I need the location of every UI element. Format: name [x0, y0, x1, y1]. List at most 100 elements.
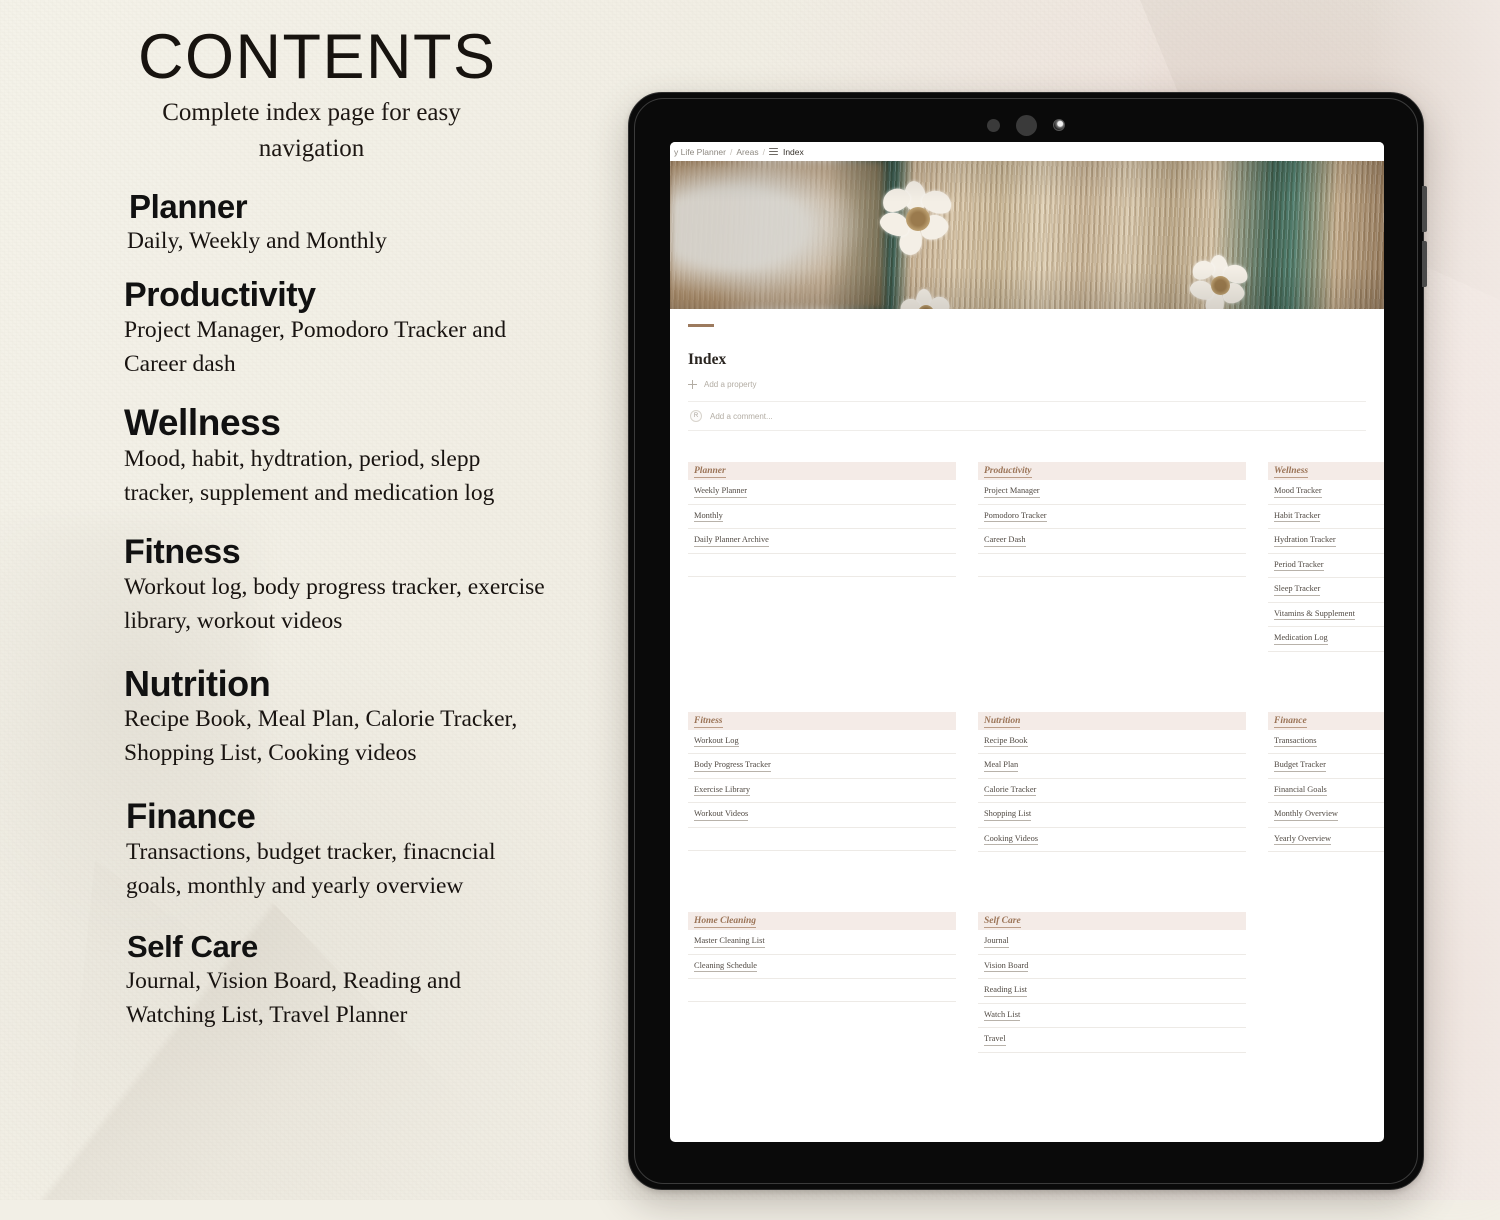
link-monthly: Monthly — [694, 511, 723, 522]
list-item[interactable]: Monthly — [688, 505, 956, 529]
volume-up-button[interactable] — [1422, 186, 1427, 232]
link-mood-tracker: Mood Tracker — [1274, 486, 1322, 498]
grid-gap — [956, 712, 978, 853]
link-meal-plan: Meal Plan — [984, 760, 1019, 772]
section-finance: Finance Transactions, budget tracker, fi… — [126, 798, 554, 904]
link-recipe-book: Recipe Book — [984, 736, 1028, 747]
list-item[interactable]: Recipe Book — [978, 730, 1246, 754]
link-yearly-overview: Yearly Overview — [1274, 834, 1332, 845]
page-subtitle: Complete index page for easy navigation — [162, 99, 461, 163]
list-item[interactable]: Medication Log — [1268, 627, 1384, 652]
list-item[interactable]: Project Manager — [978, 480, 1246, 505]
link-period-tracker: Period Tracker — [1274, 560, 1324, 571]
comment-input-placeholder[interactable]: Add a comment... — [710, 412, 773, 421]
card-header-planner[interactable]: Planner — [688, 462, 956, 480]
breadcrumb: y Life Planner / Areas / Index — [670, 142, 1384, 161]
section-description-productivity: Project Manager, Pomodoro Tracker and Ca… — [124, 317, 507, 378]
list-item[interactable]: Habit Tracker — [1268, 505, 1384, 529]
breadcrumb-parent[interactable]: Areas — [736, 147, 758, 157]
list-item[interactable]: Watch List — [978, 1004, 1246, 1028]
section-self-care: Self Care Journal, Vision Board, Reading… — [126, 929, 554, 1032]
list-item[interactable]: Yearly Overview — [1268, 828, 1384, 852]
comment-row[interactable]: R Add a comment... — [688, 401, 1366, 431]
section-heading-wellness: Wellness — [124, 401, 281, 443]
notion-page-title[interactable]: Index — [688, 351, 1366, 369]
add-property-button[interactable]: Add a property — [688, 380, 1366, 389]
link-exercise-library: Exercise Library — [694, 785, 751, 796]
link-hydration-tracker: Hydration Tracker — [1274, 535, 1336, 547]
front-camera-icon — [1053, 119, 1065, 131]
list-item[interactable]: Journal — [978, 930, 1246, 955]
card-self-care: Self Care Journal Vision Board Reading L… — [978, 912, 1246, 1053]
list-item[interactable]: Cleaning Schedule — [688, 955, 956, 979]
card-title-finance: Finance — [1274, 715, 1307, 728]
card-finance: Finance Transactions Budget Tracker Fina… — [1268, 711, 1384, 852]
list-item[interactable]: Pomodoro Tracker — [978, 505, 1246, 529]
section-wellness: Wellness Mood, habit, hydtration, period… — [124, 401, 554, 511]
list-item[interactable]: Daily Planner Archive — [688, 529, 956, 554]
card-header-fitness[interactable]: Fitness — [688, 711, 956, 730]
link-monthly-overview: Monthly Overview — [1274, 809, 1338, 821]
link-weekly-planner: Weekly Planner — [694, 486, 748, 498]
cover-vignette — [670, 161, 1384, 309]
card-wellness: Wellness Mood Tracker Habit Tracker Hydr… — [1268, 462, 1384, 652]
list-item[interactable]: Period Tracker — [1268, 554, 1384, 578]
breadcrumb-workspace[interactable]: y Life Planner — [674, 147, 726, 157]
card-header-self-care[interactable]: Self Care — [978, 912, 1246, 930]
list-item-empty[interactable] — [688, 828, 956, 851]
link-budget-tracker: Budget Tracker — [1274, 760, 1326, 772]
section-planner: Planner Daily, Weekly and Monthly — [127, 187, 554, 259]
list-item[interactable]: Workout Videos — [688, 803, 956, 828]
card-header-wellness[interactable]: Wellness — [1268, 462, 1384, 480]
tablet-device: y Life Planner / Areas / Index Index Add… — [628, 92, 1427, 1190]
card-header-finance[interactable]: Finance — [1268, 711, 1384, 730]
link-transactions: Transactions — [1274, 736, 1317, 747]
section-heading-planner: Planner — [129, 187, 248, 225]
link-habit-tracker: Habit Tracker — [1274, 511, 1321, 522]
list-item[interactable]: Shopping List — [978, 803, 1246, 828]
section-heading-self-care: Self Care — [127, 929, 258, 965]
list-item[interactable]: Meal Plan — [978, 754, 1246, 779]
link-vision-board: Vision Board — [984, 961, 1029, 972]
card-header-home-cleaning[interactable]: Home Cleaning — [688, 912, 956, 930]
list-item[interactable]: Exercise Library — [688, 779, 956, 803]
list-item[interactable]: Master Cleaning List — [688, 930, 956, 955]
list-item[interactable]: Career Dash — [978, 529, 1246, 554]
breadcrumb-current[interactable]: Index — [783, 147, 804, 157]
list-item[interactable]: Cooking Videos — [978, 828, 1246, 852]
volume-down-button[interactable] — [1422, 241, 1427, 287]
grid-gap — [1246, 912, 1268, 1053]
list-item[interactable]: Body Progress Tracker — [688, 754, 956, 779]
list-item[interactable]: Mood Tracker — [1268, 480, 1384, 505]
list-item[interactable]: Monthly Overview — [1268, 803, 1384, 828]
list-item[interactable]: Financial Goals — [1268, 779, 1384, 803]
link-workout-log: Workout Log — [694, 736, 739, 747]
list-item[interactable]: Budget Tracker — [1268, 754, 1384, 779]
section-fitness: Fitness Workout log, body progress track… — [124, 534, 554, 639]
list-item[interactable]: Travel — [978, 1028, 1246, 1053]
list-item-empty[interactable] — [688, 979, 956, 1002]
section-productivity: Productivity Project Manager, Pomodoro T… — [124, 277, 554, 382]
list-item-empty[interactable] — [978, 554, 1246, 577]
list-item[interactable]: Vision Board — [978, 955, 1246, 979]
link-travel: Travel — [984, 1034, 1006, 1046]
list-item[interactable]: Transactions — [1268, 730, 1384, 754]
list-item[interactable]: Calorie Tracker — [978, 779, 1246, 803]
link-medication-log: Medication Log — [1274, 633, 1328, 645]
list-item[interactable]: Hydration Tracker — [1268, 529, 1384, 554]
card-title-wellness: Wellness — [1274, 466, 1309, 478]
list-item[interactable]: Weekly Planner — [688, 480, 956, 505]
list-item[interactable]: Workout Log — [688, 730, 956, 754]
card-planner: Planner Weekly Planner Monthly Daily Pla… — [688, 462, 956, 652]
card-header-productivity[interactable]: Productivity — [978, 462, 1246, 480]
list-item[interactable]: Reading List — [978, 979, 1246, 1004]
cover-image[interactable] — [670, 161, 1384, 309]
card-header-nutrition[interactable]: Nutrition — [978, 711, 1246, 730]
card-fitness: Fitness Workout Log Body Progress Tracke… — [688, 711, 956, 853]
card-title-nutrition: Nutrition — [984, 715, 1021, 728]
list-item[interactable]: Vitamins & Supplement — [1268, 603, 1384, 627]
list-item-empty[interactable] — [688, 554, 956, 577]
list-item[interactable]: Sleep Tracker — [1268, 578, 1384, 603]
tablet-screen: y Life Planner / Areas / Index Index Add… — [670, 142, 1384, 1142]
link-career-dash: Career Dash — [984, 535, 1026, 547]
